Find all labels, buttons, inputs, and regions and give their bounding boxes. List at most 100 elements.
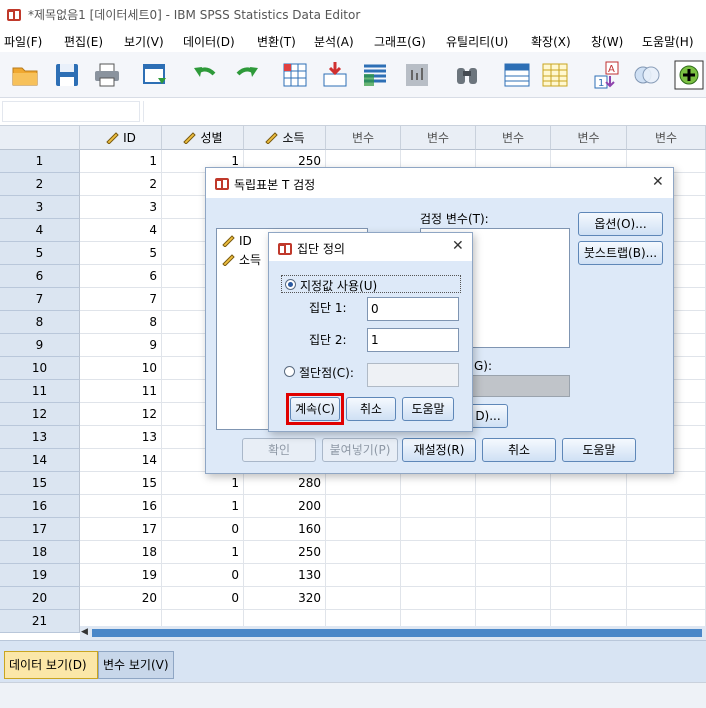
column-header-empty[interactable]: 변수 <box>326 126 401 150</box>
table-cell[interactable] <box>627 472 706 495</box>
row-header[interactable]: 10 <box>0 357 80 380</box>
row-header[interactable]: 1 <box>0 150 80 173</box>
value-labels-icon[interactable]: A 1 <box>592 60 622 90</box>
list-item[interactable]: ID <box>221 233 252 248</box>
row-header[interactable]: 16 <box>0 495 80 518</box>
options-button[interactable]: 옵션(O)... <box>578 212 663 236</box>
row-header[interactable]: 19 <box>0 564 80 587</box>
find-icon[interactable] <box>452 60 482 90</box>
table-cell[interactable]: 0 <box>162 587 244 610</box>
table-cell[interactable] <box>326 541 401 564</box>
close-icon[interactable]: ✕ <box>452 238 464 254</box>
table-cell[interactable]: 1 <box>162 541 244 564</box>
menu-utilities[interactable]: 유틸리티(U) <box>446 33 508 50</box>
table-cell[interactable] <box>476 518 551 541</box>
use-sets-icon[interactable] <box>632 60 662 90</box>
table-cell[interactable]: 6 <box>80 265 162 288</box>
bootstrap-button[interactable]: 붓스트랩(B)... <box>578 241 663 265</box>
table-cell[interactable] <box>551 518 627 541</box>
help-button[interactable]: 도움말 <box>562 438 636 462</box>
row-header[interactable]: 9 <box>0 334 80 357</box>
use-specified-values-option[interactable]: 지정값 사용(U) <box>281 275 461 293</box>
horizontal-scrollbar[interactable]: ◀ <box>80 626 706 640</box>
table-cell[interactable]: 130 <box>244 564 326 587</box>
menu-edit[interactable]: 편집(E) <box>64 33 103 50</box>
recall-dialog-icon[interactable] <box>140 60 170 90</box>
table-cell[interactable] <box>401 472 476 495</box>
menu-help[interactable]: 도움말(H) <box>642 33 694 50</box>
variables-icon[interactable] <box>360 60 390 90</box>
table-cell[interactable]: 0 <box>162 518 244 541</box>
column-header-sex[interactable]: 성별 <box>162 126 244 150</box>
row-header[interactable]: 12 <box>0 403 80 426</box>
menu-file[interactable]: 파일(F) <box>4 33 42 50</box>
menu-transform[interactable]: 변환(T) <box>257 33 296 50</box>
open-folder-icon[interactable] <box>10 60 40 90</box>
goto-variable-icon[interactable] <box>320 60 350 90</box>
table-cell[interactable] <box>627 518 706 541</box>
row-header[interactable]: 15 <box>0 472 80 495</box>
group1-field[interactable]: 0 <box>367 297 459 321</box>
row-header[interactable]: 13 <box>0 426 80 449</box>
scroll-left-icon[interactable]: ◀ <box>81 627 91 639</box>
table-cell[interactable]: 320 <box>244 587 326 610</box>
corner-header[interactable] <box>0 126 80 150</box>
row-header[interactable]: 4 <box>0 219 80 242</box>
close-icon[interactable]: ✕ <box>652 174 664 190</box>
table-cell[interactable] <box>476 541 551 564</box>
table-cell[interactable]: 9 <box>80 334 162 357</box>
insert-variable-icon[interactable] <box>540 60 570 90</box>
menu-extensions[interactable]: 확장(X) <box>531 33 571 50</box>
table-cell[interactable] <box>401 541 476 564</box>
table-cell[interactable]: 18 <box>80 541 162 564</box>
grouping-variable-field[interactable] <box>470 375 570 397</box>
menu-graphs[interactable]: 그래프(G) <box>374 33 426 50</box>
cancel-button[interactable]: 취소 <box>482 438 556 462</box>
save-icon[interactable] <box>52 60 82 90</box>
print-icon[interactable] <box>92 60 122 90</box>
table-cell[interactable]: 19 <box>80 564 162 587</box>
table-cell[interactable]: 4 <box>80 219 162 242</box>
menu-view[interactable]: 보기(V) <box>124 33 164 50</box>
help-button[interactable]: 도움말 <box>402 397 454 421</box>
table-cell[interactable] <box>627 564 706 587</box>
menu-window[interactable]: 창(W) <box>591 33 623 50</box>
table-cell[interactable] <box>326 518 401 541</box>
table-cell[interactable] <box>627 541 706 564</box>
tab-variable-view[interactable]: 변수 보기(V) <box>98 651 174 679</box>
row-header[interactable]: 2 <box>0 173 80 196</box>
redo-icon[interactable] <box>232 60 262 90</box>
table-cell[interactable] <box>551 495 627 518</box>
table-cell[interactable] <box>476 564 551 587</box>
table-cell[interactable]: 280 <box>244 472 326 495</box>
ok-button[interactable]: 확인 <box>242 438 316 462</box>
cancel-button[interactable]: 취소 <box>346 397 396 421</box>
table-cell[interactable]: 14 <box>80 449 162 472</box>
row-header[interactable]: 17 <box>0 518 80 541</box>
table-cell[interactable]: 200 <box>244 495 326 518</box>
continue-button[interactable]: 계속(C) <box>290 397 340 421</box>
list-item[interactable]: 소득 <box>221 251 261 268</box>
tab-data-view[interactable]: 데이터 보기(D) <box>4 651 98 679</box>
column-header-empty[interactable]: 변수 <box>551 126 627 150</box>
row-header[interactable]: 8 <box>0 311 80 334</box>
table-cell[interactable] <box>551 541 627 564</box>
table-cell[interactable] <box>551 564 627 587</box>
table-cell[interactable] <box>476 472 551 495</box>
run-descriptives-icon[interactable] <box>402 60 432 90</box>
row-header[interactable]: 11 <box>0 380 80 403</box>
table-cell[interactable] <box>326 495 401 518</box>
table-cell[interactable]: 16 <box>80 495 162 518</box>
table-cell[interactable]: 3 <box>80 196 162 219</box>
table-cell[interactable] <box>627 495 706 518</box>
table-cell[interactable]: 15 <box>80 472 162 495</box>
menu-data[interactable]: 데이터(D) <box>183 33 235 50</box>
table-cell[interactable]: 20 <box>80 587 162 610</box>
goto-case-icon[interactable] <box>280 60 310 90</box>
row-header[interactable]: 6 <box>0 265 80 288</box>
column-header-empty[interactable]: 변수 <box>401 126 476 150</box>
group2-field[interactable]: 1 <box>367 328 459 352</box>
table-cell[interactable]: 250 <box>244 541 326 564</box>
define-groups-button[interactable]: D)... <box>468 404 508 428</box>
reset-button[interactable]: 재설정(R) <box>402 438 476 462</box>
